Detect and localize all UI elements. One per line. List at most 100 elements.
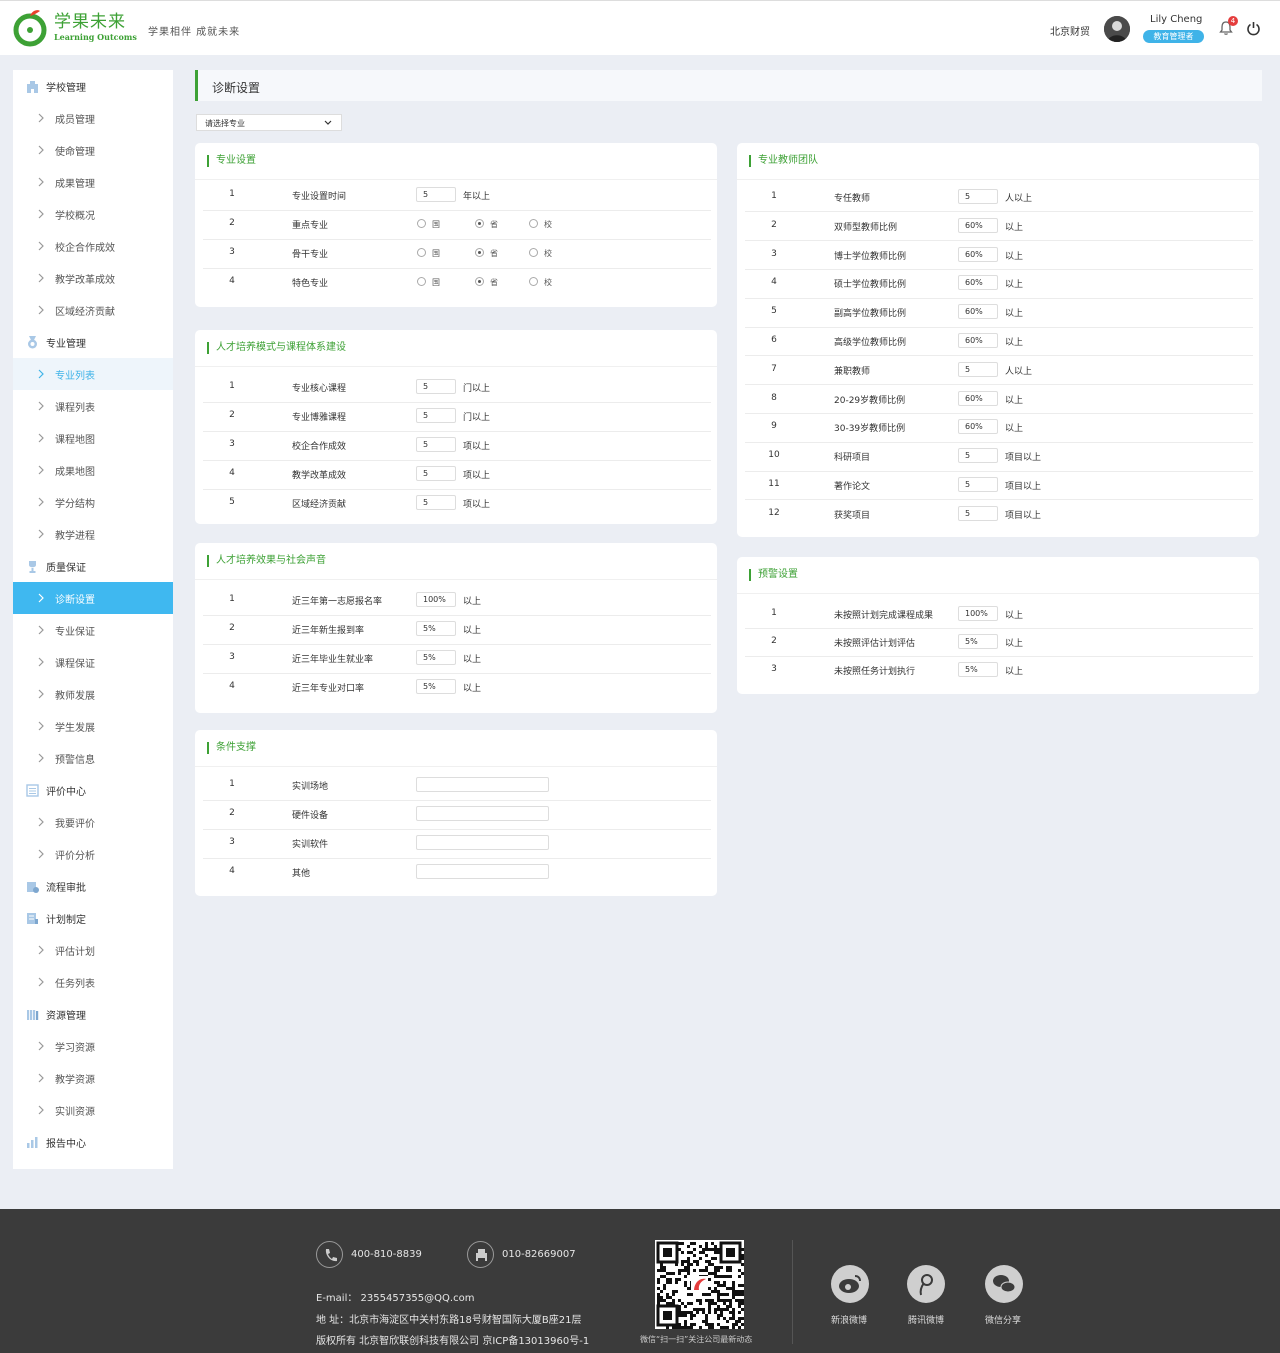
value-input[interactable] — [416, 835, 549, 850]
value-input[interactable] — [416, 777, 549, 792]
sidebar-item-23[interactable]: 我要评价 — [13, 806, 173, 838]
radio-国[interactable] — [417, 277, 426, 286]
sidebar-section-22[interactable]: 评价中心 — [13, 774, 173, 806]
sidebar-item-label: 专业保证 — [55, 626, 95, 638]
sidebar-item-5[interactable]: 校企合作成效 — [13, 230, 173, 262]
sidebar-item-28[interactable]: 任务列表 — [13, 966, 173, 998]
sidebar-item-14[interactable]: 教学进程 — [13, 518, 173, 550]
value-input[interactable]: 60% — [958, 419, 998, 435]
sidebar-item-12[interactable]: 成果地图 — [13, 454, 173, 486]
radio-省[interactable] — [475, 219, 484, 228]
radio-label: 国 — [432, 220, 440, 229]
avatar[interactable] — [1104, 16, 1130, 42]
value-input[interactable]: 5 — [416, 379, 456, 394]
sidebar-item-24[interactable]: 评价分析 — [13, 838, 173, 870]
value-input[interactable]: 100% — [958, 606, 998, 621]
value-input[interactable]: 5% — [416, 679, 456, 694]
value-input[interactable]: 5 — [416, 187, 456, 202]
weibo-icon[interactable] — [831, 1265, 869, 1303]
sidebar-item-17[interactable]: 专业保证 — [13, 614, 173, 646]
org-name[interactable]: 北京财贸 — [1050, 23, 1090, 38]
radio-国[interactable] — [417, 248, 426, 257]
sidebar-item-16[interactable]: 诊断设置 — [13, 582, 173, 614]
major-select[interactable]: 请选择专业 — [196, 114, 342, 131]
radio-校[interactable] — [529, 277, 538, 286]
weibo-label[interactable]: 新浪微博 — [831, 1313, 867, 1326]
value-input[interactable]: 60% — [958, 217, 998, 233]
row-label: 获奖项目 — [834, 510, 871, 521]
card-title: 预警设置 — [749, 569, 798, 581]
sidebar-item-1[interactable]: 成员管理 — [13, 102, 173, 134]
value-input[interactable]: 5 — [958, 361, 998, 377]
sidebar-item-4[interactable]: 学校概况 — [13, 198, 173, 230]
value-input[interactable]: 5 — [958, 448, 998, 464]
sidebar-item-6[interactable]: 教学改革成效 — [13, 262, 173, 294]
value-input[interactable]: 5 — [958, 189, 998, 204]
user-name[interactable]: Lily Cheng — [1150, 14, 1202, 25]
value-input[interactable]: 100% — [416, 592, 456, 607]
card-divider — [195, 179, 717, 180]
value-input[interactable]: 5 — [416, 466, 456, 481]
radio-校[interactable] — [529, 219, 538, 228]
value-input[interactable]: 5 — [958, 477, 998, 492]
sidebar-section-8[interactable]: 专业管理 — [13, 326, 173, 358]
radio-省[interactable] — [475, 248, 484, 257]
card-title: 专业设置 — [207, 155, 256, 167]
sidebar-item-13[interactable]: 学分结构 — [13, 486, 173, 518]
sidebar-item-7[interactable]: 区域经济贡献 — [13, 294, 173, 326]
sidebar-item-21[interactable]: 预警信息 — [13, 742, 173, 774]
sidebar-item-31[interactable]: 教学资源 — [13, 1062, 173, 1094]
sidebar-item-32[interactable]: 实训资源 — [13, 1094, 173, 1126]
row-divider — [745, 240, 1253, 242]
radio-国[interactable] — [417, 219, 426, 228]
value-input[interactable]: 5% — [958, 662, 998, 677]
value-input[interactable] — [416, 806, 549, 821]
value-input[interactable]: 60% — [958, 275, 998, 291]
value-input[interactable] — [416, 864, 549, 879]
sidebar-item-11[interactable]: 课程地图 — [13, 422, 173, 454]
radio-label: 校 — [544, 220, 552, 229]
sidebar-item-27[interactable]: 评估计划 — [13, 934, 173, 966]
sidebar-section-15[interactable]: 质量保证 — [13, 550, 173, 582]
value-input[interactable]: 60% — [958, 333, 998, 348]
sidebar-item-20[interactable]: 学生发展 — [13, 710, 173, 742]
wechat-icon[interactable] — [985, 1265, 1023, 1303]
row-divider — [745, 499, 1253, 501]
sidebar-item-19[interactable]: 教师发展 — [13, 678, 173, 710]
sidebar-item-30[interactable]: 学习资源 — [13, 1030, 173, 1062]
value-input[interactable]: 5 — [416, 408, 456, 423]
sidebar-section-26[interactable]: 计划制定 — [13, 902, 173, 934]
row-number: 1 — [771, 608, 777, 618]
value-input[interactable]: 5 — [416, 495, 456, 510]
row-number: 2 — [229, 623, 235, 633]
row-label: 专业博雅课程 — [292, 413, 347, 423]
sidebar-item-9[interactable]: 专业列表 — [13, 358, 173, 390]
value-input[interactable]: 60% — [958, 246, 998, 262]
sidebar-item-2[interactable]: 使命管理 — [13, 134, 173, 166]
power-icon[interactable] — [1246, 21, 1261, 36]
sidebar-section-25[interactable]: 流程审批 — [13, 870, 173, 902]
value-input[interactable]: 5 — [958, 505, 998, 521]
chevron-right-icon — [38, 689, 44, 699]
radio-省[interactable] — [475, 277, 484, 286]
value-input[interactable]: 5% — [416, 621, 456, 636]
sidebar-item-3[interactable]: 成果管理 — [13, 166, 173, 198]
row-divider — [745, 441, 1253, 443]
sidebar-section-33[interactable]: 报告中心 — [13, 1126, 173, 1158]
sidebar-section-29[interactable]: 资源管理 — [13, 998, 173, 1030]
sidebar-section-0[interactable]: 学校管理 — [13, 70, 173, 102]
qr-code — [655, 1240, 744, 1329]
wechat-label[interactable]: 微信分享 — [985, 1313, 1021, 1326]
value-input[interactable]: 5% — [416, 650, 456, 665]
value-input[interactable]: 5 — [416, 437, 456, 452]
value-input[interactable]: 60% — [958, 304, 998, 320]
unit-label: 以上 — [463, 655, 482, 665]
row-label: 著作论文 — [834, 482, 871, 492]
value-input[interactable]: 60% — [958, 390, 998, 406]
tencent-weibo-icon[interactable] — [907, 1265, 945, 1303]
value-input[interactable]: 5% — [958, 634, 998, 649]
tencent-weibo-label[interactable]: 腾讯微博 — [908, 1313, 944, 1326]
sidebar-item-18[interactable]: 课程保证 — [13, 646, 173, 678]
radio-校[interactable] — [529, 248, 538, 257]
sidebar-item-10[interactable]: 课程列表 — [13, 390, 173, 422]
